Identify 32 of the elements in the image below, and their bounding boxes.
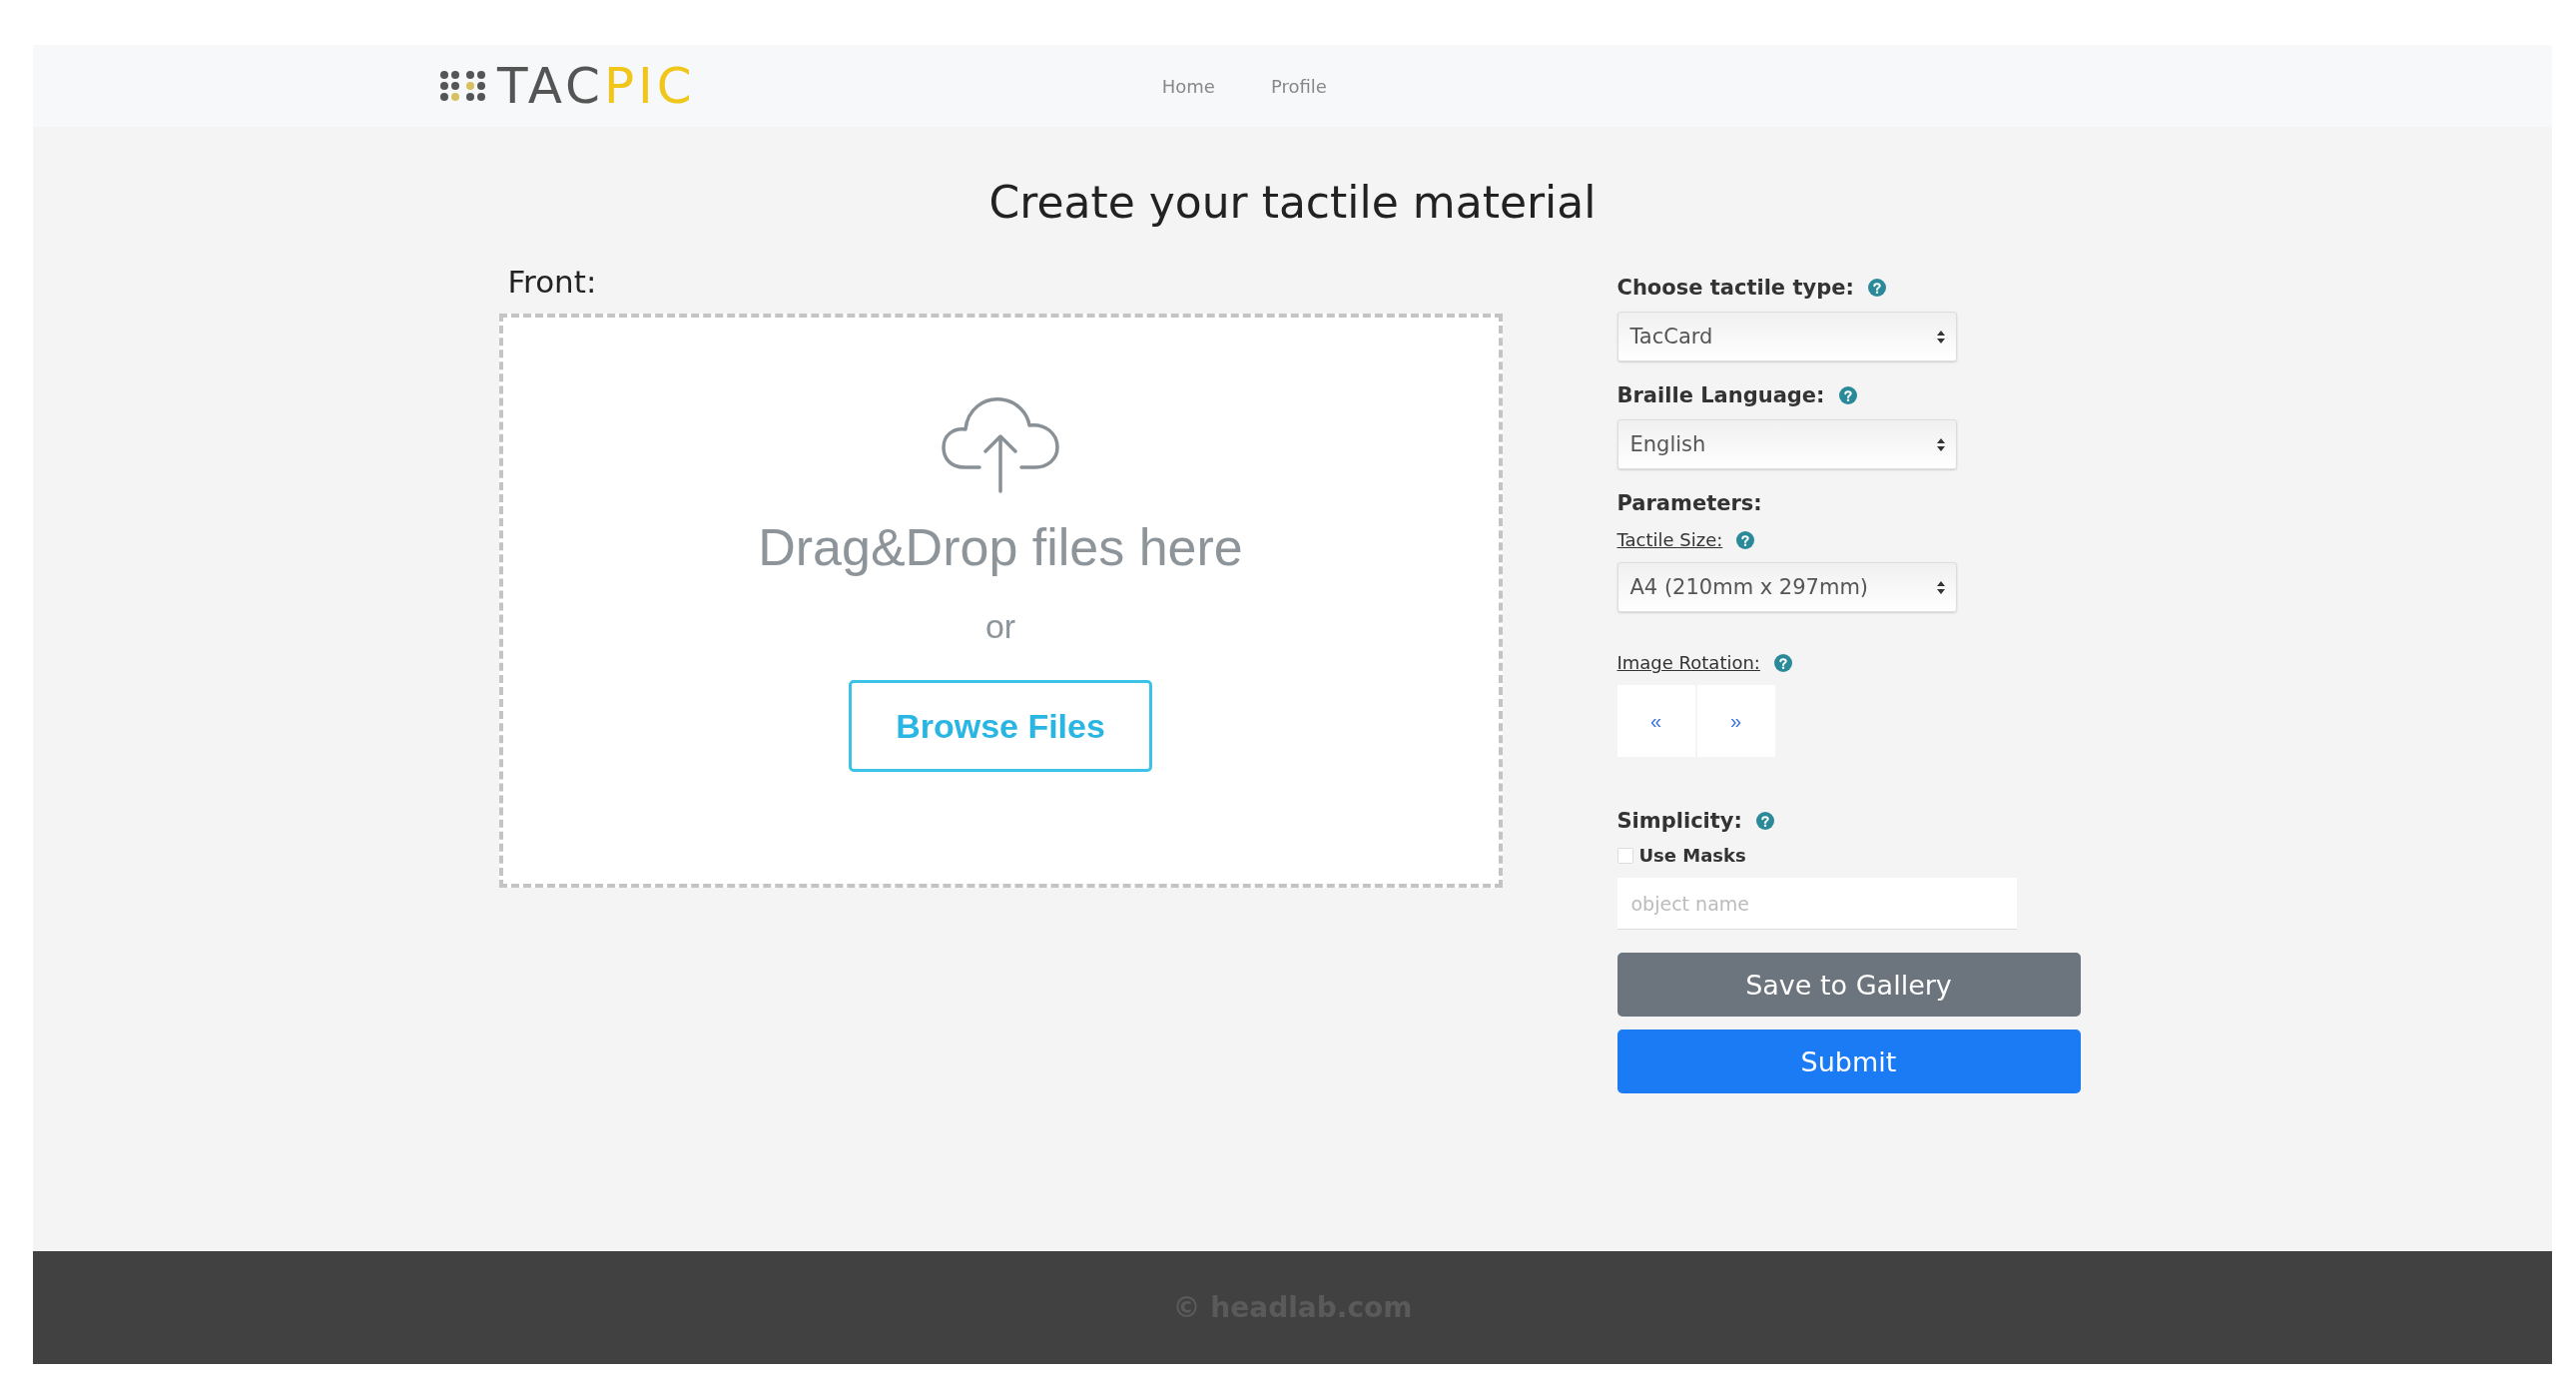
help-icon [1867, 279, 1886, 297]
field-label: Tactile Size: [1616, 529, 1723, 550]
checkbox[interactable] [1616, 847, 1633, 864]
select-field[interactable]: A4 (210mm x 297mm) [1616, 562, 1957, 612]
parameters-heading: Parameters: [1616, 491, 1763, 515]
or-text: or [984, 607, 1016, 646]
help-icon [1773, 653, 1792, 672]
nav-link[interactable]: Profile [1270, 75, 1327, 97]
nav-link[interactable]: Home [1161, 75, 1215, 97]
field-label: Image Rotation: [1616, 652, 1760, 673]
select-field[interactable]: English [1616, 419, 1957, 469]
rotate-button[interactable]: » [1696, 685, 1775, 757]
field-label: Simplicity: [1616, 809, 1742, 833]
drop-zone[interactable]: Drag&Drop files here or Browse Files [498, 314, 1503, 888]
help-icon [1838, 386, 1857, 404]
object-name-field[interactable]: object name [1616, 878, 2017, 930]
section-label: Front: [507, 264, 598, 300]
field-label: Braille Language: [1616, 383, 1825, 407]
updown-arrows-icon [1935, 579, 1946, 595]
checkbox-label: Use Masks [1638, 845, 1746, 866]
updown-arrows-icon [1935, 329, 1946, 345]
page-title: Create your tactile material [988, 177, 1597, 228]
help-icon [1755, 812, 1774, 830]
drop-text: Drag&Drop files here [758, 517, 1243, 577]
field-label: Choose tactile type: [1616, 276, 1854, 300]
submit-button[interactable]: Submit [1616, 1030, 2081, 1093]
updown-arrows-icon [1935, 436, 1946, 452]
rotate-button[interactable]: « [1616, 685, 1695, 757]
save-button[interactable]: Save to Gallery [1616, 953, 2081, 1017]
logo-text[interactable]: TAC PIC [497, 57, 696, 115]
help-icon [1736, 530, 1755, 549]
select-field[interactable]: TacCard [1616, 312, 1957, 361]
